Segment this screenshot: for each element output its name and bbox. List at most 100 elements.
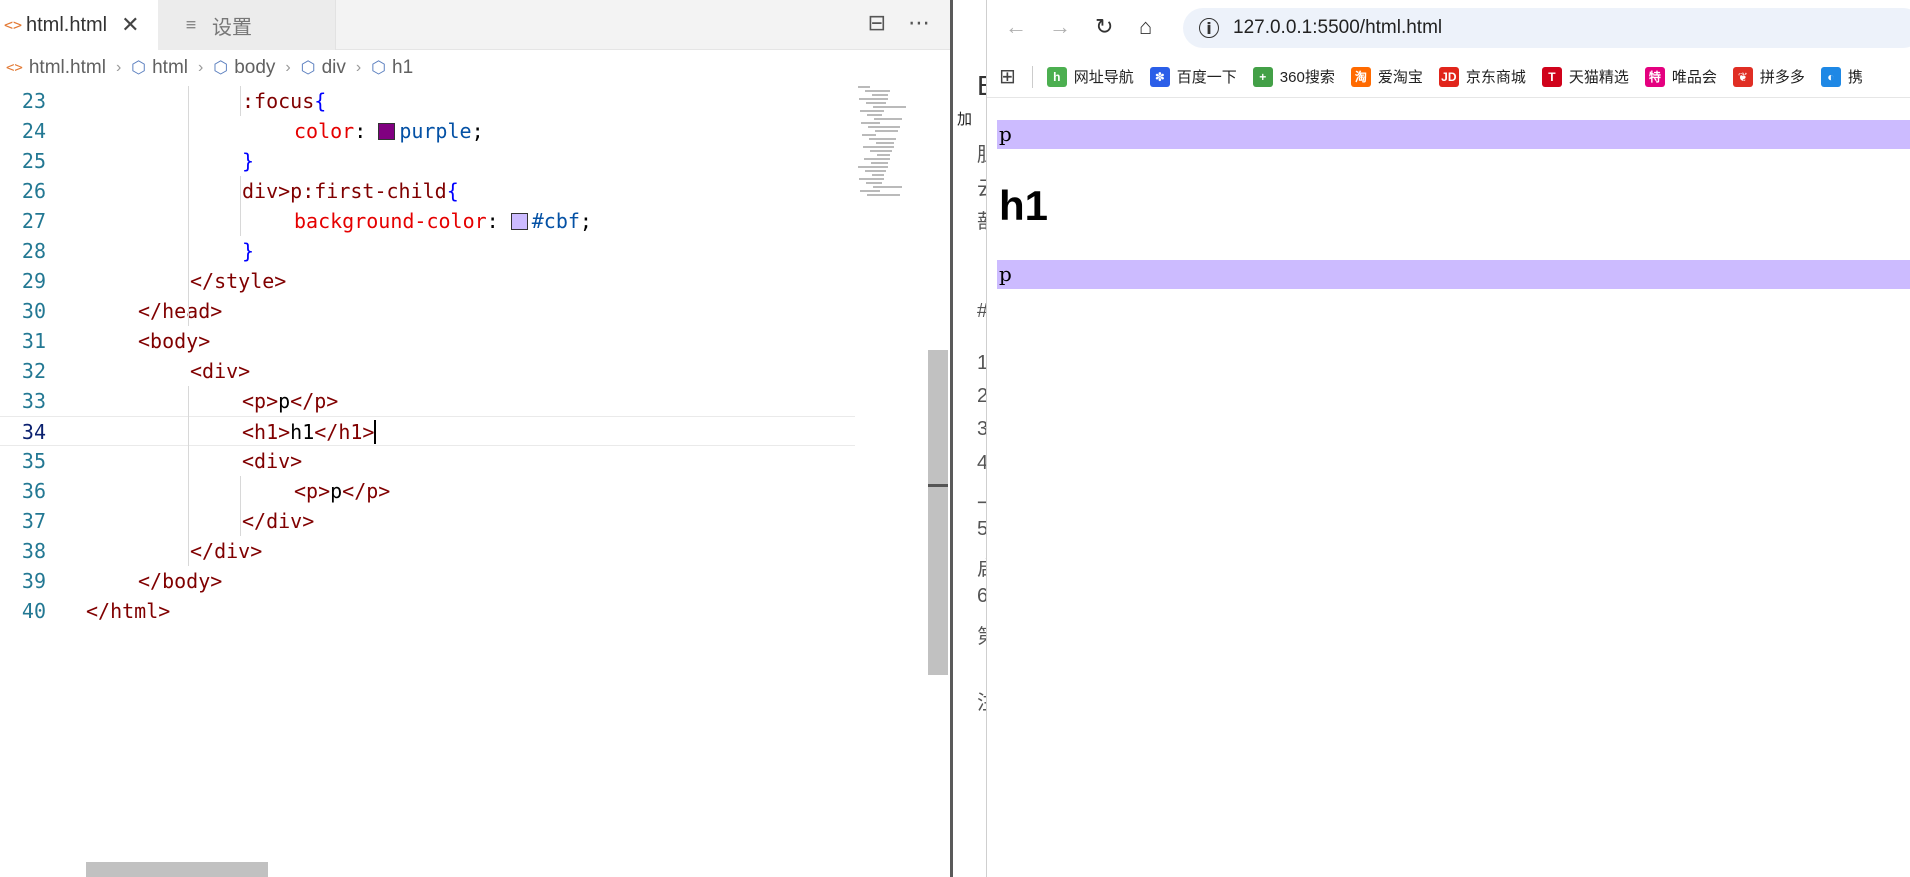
code-line[interactable]: 31 <body> [0,326,855,356]
breadcrumb-item-html[interactable]: ⬡ html [131,57,188,79]
settings-list-icon: ≡ [185,15,197,35]
code-line[interactable]: 36 <p>p</p> [0,476,855,506]
code-text[interactable]: </head> [138,296,222,326]
vertical-scrollbar[interactable] [928,350,948,675]
bookmark-item[interactable]: 淘爱淘宝 [1350,66,1423,87]
element-cube-icon: ⬡ [300,58,316,77]
bookmark-item[interactable]: +360搜索 [1252,66,1335,87]
code-editor[interactable]: <> html.html ✕ ≡ 设置 ⊟ ⋯ <> html.html › ⬡ h… [0,0,950,877]
code-text[interactable]: div>p:first-child{ [242,176,459,206]
horizontal-scrollbar[interactable] [86,862,268,877]
bookmark-item[interactable]: JD 京东商城 [1438,66,1526,87]
code-text[interactable]: <h1>h1</h1> [242,417,377,447]
indent-guide [188,386,189,566]
line-number: 37 [21,509,46,533]
tab-html-file[interactable]: <> html.html ✕ [0,0,158,50]
chevron-right-icon: › [198,59,204,76]
code-line[interactable]: 26 div>p:first-child{ [0,176,855,206]
code-line[interactable]: 32 <div> [0,356,855,386]
code-text[interactable]: } [242,146,254,176]
more-actions-icon[interactable]: ⋯ [908,10,930,36]
code-text[interactable]: color: purple; [294,116,484,146]
code-text[interactable]: <body> [138,326,210,356]
code-text[interactable]: background-color: #cbf; [294,206,592,236]
code-text[interactable]: </html> [86,596,170,626]
minimap[interactable] [858,86,928,216]
code-area[interactable]: 23:focus{24 color: purple; 25} 26 div>p:firs… [0,86,855,877]
code-line[interactable]: 35 <div> [0,446,855,476]
code-line[interactable]: 39 </body> [0,566,855,596]
bookmark-favicon-icon: 特 [1644,66,1665,87]
site-info-icon[interactable]: i [1199,18,1219,38]
rendered-paragraph-first: p [997,120,1910,149]
bookmark-favicon-icon: + [1252,66,1273,87]
breadcrumb-label: body [234,57,276,78]
line-number: 26 [21,179,46,203]
code-line-active[interactable]: 34 <h1>h1</h1> [0,416,855,446]
bookmark-favicon-icon: ◐ [1820,66,1841,87]
home-icon[interactable]: ⌂ [1139,14,1152,40]
minimap-line [867,114,882,116]
address-bar[interactable]: i 127.0.0.1:5500/html.html [1183,8,1910,48]
line-number: 32 [21,359,46,383]
code-line[interactable]: 28} [0,236,855,266]
code-line[interactable]: 30 </head> [0,296,855,326]
reload-icon[interactable]: ↻ [1095,14,1113,40]
line-number: 25 [21,149,46,173]
code-text[interactable]: </body> [138,566,222,596]
minimap-line [858,86,870,88]
line-number: 27 [21,209,46,233]
code-text[interactable]: :focus{ [242,86,326,116]
minimap-line [865,170,886,172]
code-line[interactable]: 27 background-color: #cbf; [0,206,855,236]
line-number: 40 [21,599,46,623]
url-text[interactable]: 127.0.0.1:5500/html.html [1233,17,1442,39]
breadcrumb-item-body[interactable]: ⬡ body [213,57,275,79]
bookmark-item[interactable]: h 网址导航 [1046,66,1134,87]
line-number: 23 [21,89,46,113]
breadcrumb-item-div[interactable]: ⬡ div [301,57,346,79]
breadcrumb-item-file[interactable]: <> html.html [6,57,106,79]
code-text[interactable]: <div> [242,446,302,476]
code-line[interactable]: 23 :focus{ [0,86,855,116]
close-icon[interactable]: ✕ [121,12,139,38]
code-text[interactable]: </style> [190,266,286,296]
code-line[interactable]: 37 </div> [0,506,855,536]
code-line[interactable]: 38 </div> [0,536,855,566]
bookmark-item[interactable]: ✽ 百度一下 [1149,66,1237,87]
bookmark-item[interactable]: ◐ 携 [1820,66,1863,87]
bookmark-label: 百度一下 [1176,69,1237,86]
minimap-line [865,90,890,92]
editor-actions: ⊟ ⋯ [868,10,930,36]
code-line[interactable]: 33 <p>p</p> [0,386,855,416]
breadcrumb-item-h1[interactable]: ⬡ h1 [371,57,413,79]
bookmark-favicon-icon: ✽ [1149,66,1170,87]
code-text[interactable]: </div> [190,536,262,566]
minimap-line [864,158,890,160]
line-number: 34 [21,420,46,444]
code-text[interactable]: } [242,236,254,266]
code-text[interactable]: <p>p</p> [242,386,338,416]
code-text[interactable]: <p>p</p> [294,476,390,506]
bookmark-item[interactable]: 特唯品会 [1644,66,1717,87]
code-line[interactable]: 29 </style> [0,266,855,296]
code-text[interactable]: <div> [190,356,250,386]
bookmark-favicon-icon: 淘 [1350,66,1371,87]
tab-label: html.html [26,13,108,36]
bookmark-item[interactable]: ❦ 拼多多 [1732,66,1805,87]
code-line[interactable]: 24 color: purple; [0,116,855,146]
code-text[interactable]: </div> [242,506,314,536]
line-number: 36 [21,479,46,503]
bookmark-item[interactable]: T 天猫精选 [1541,66,1629,87]
chevron-right-icon: › [285,59,291,76]
editor-tab-bar: <> html.html ✕ ≡ 设置 ⊟ ⋯ [0,0,950,50]
code-line[interactable]: 25} [0,146,855,176]
forward-arrow-icon[interactable]: → [1049,14,1071,40]
tab-settings[interactable]: ≡ 设置 [158,0,336,50]
bookmark-label: 京东商城 [1465,69,1526,86]
split-editor-icon[interactable]: ⊟ [868,10,886,36]
browser-toolbar: ← → ↻ ⌂ i 127.0.0.1:5500/html.html [987,0,1910,56]
apps-grid-icon[interactable]: ⊞ [999,64,1016,89]
code-line[interactable]: 40 </html> [0,596,855,626]
back-arrow-icon[interactable]: ← [1005,14,1027,40]
